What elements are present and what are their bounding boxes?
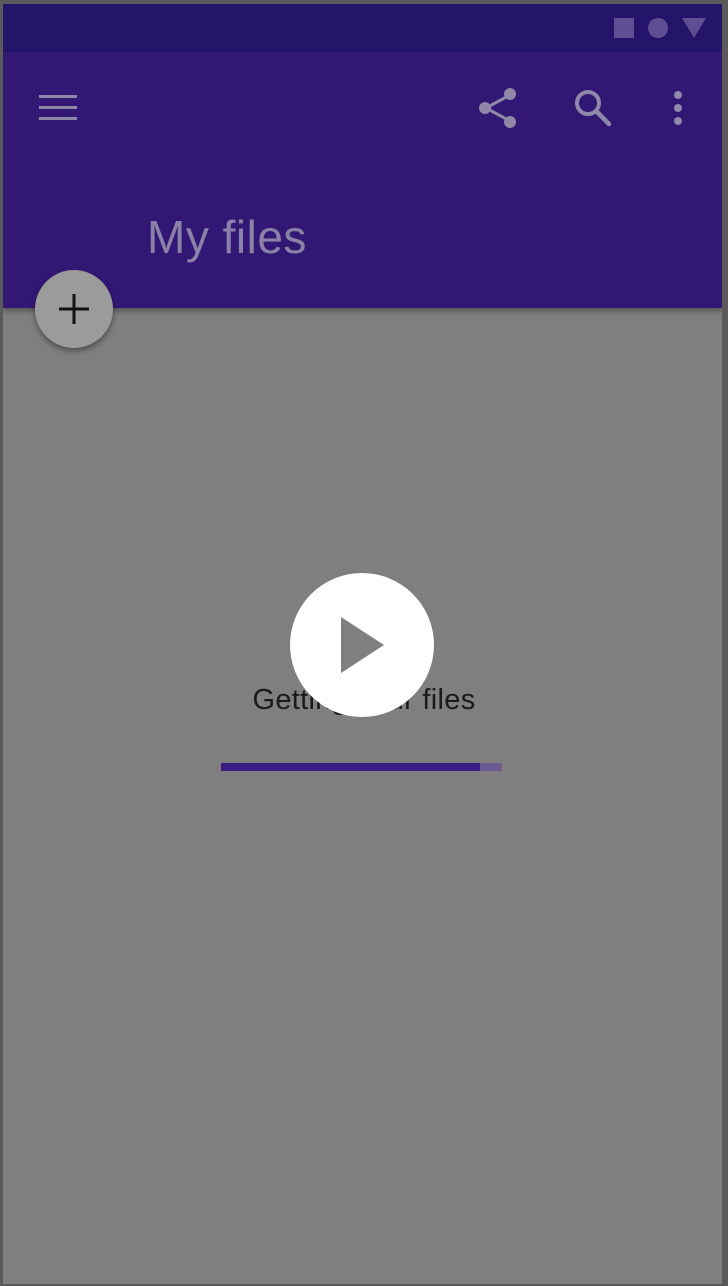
play-button[interactable]: [290, 573, 434, 717]
menu-icon: [39, 95, 77, 120]
progress-bar: [221, 763, 502, 771]
add-button[interactable]: [35, 270, 113, 348]
circle-icon: [648, 18, 668, 38]
play-icon: [341, 617, 384, 673]
share-icon: [479, 88, 516, 128]
more-options-button[interactable]: [654, 84, 702, 132]
menu-button[interactable]: [34, 84, 82, 132]
search-button[interactable]: [569, 84, 617, 132]
page-title: My files: [147, 211, 307, 263]
status-icons: [614, 18, 706, 38]
triangle-icon: [682, 18, 706, 38]
status-bar: [3, 4, 722, 52]
share-button[interactable]: [474, 84, 522, 132]
more-vert-icon: [674, 91, 682, 125]
progress-bar-fill: [221, 763, 480, 771]
search-icon: [575, 90, 612, 127]
square-icon: [614, 18, 634, 38]
plus-icon: [59, 294, 89, 324]
app-bar: My files: [3, 52, 722, 308]
